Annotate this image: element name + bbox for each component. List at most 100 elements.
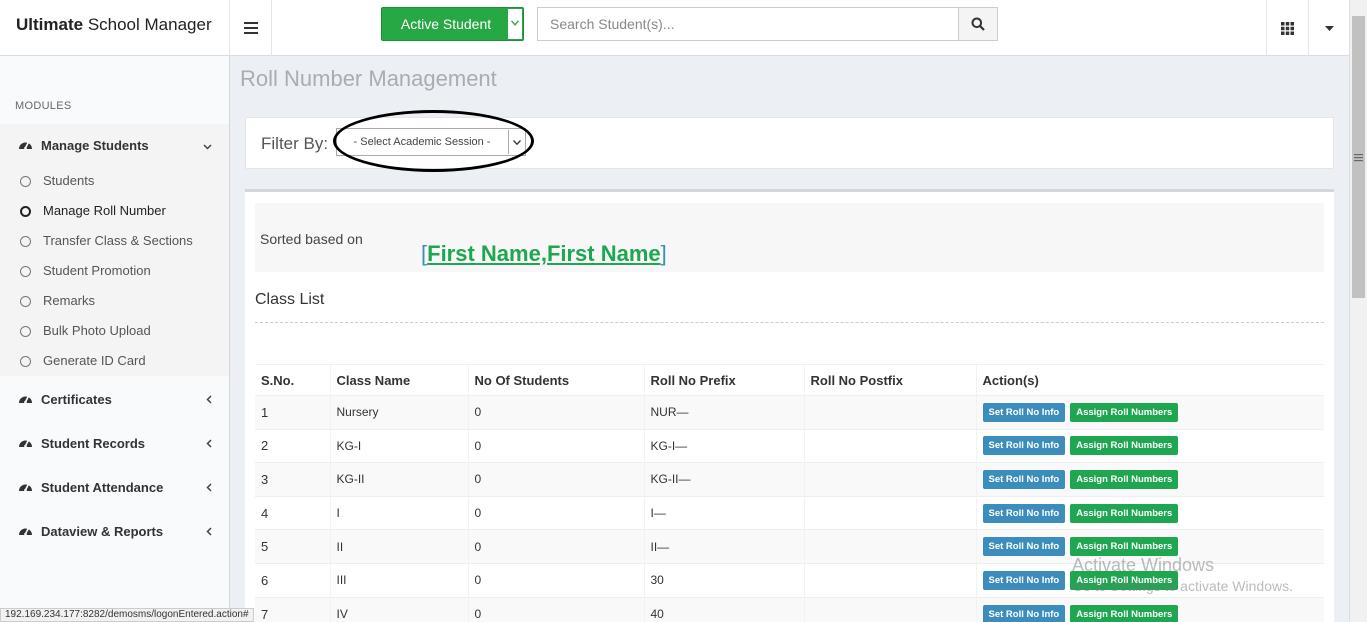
column-header: Roll No Prefix [643, 364, 804, 396]
cell-prefix: NUR— [643, 395, 804, 430]
set-roll-no-info-button[interactable]: Set Roll No Info [982, 469, 1066, 489]
dashboard-icon [18, 391, 33, 410]
filter-label: Filter By: [261, 134, 329, 153]
cell-students: 0 [467, 495, 644, 530]
user-menu-caret-icon[interactable] [1308, 0, 1349, 56]
apps-grid-icon[interactable] [1266, 0, 1308, 56]
search-button[interactable] [958, 8, 997, 40]
table-row: 3 KG-II 0 KG-II— Set Roll No Info Assign … [255, 462, 1324, 497]
active-student-label: Active Student [400, 16, 492, 32]
table-row: 6 III 0 30 Set Roll No Info Assign Roll N… [255, 562, 1324, 598]
sidebar-group-label: Student Attendance [41, 480, 164, 495]
menu-toggle-icon[interactable] [230, 0, 272, 56]
brand-rest: School Manager [87, 15, 212, 34]
set-roll-no-info-button[interactable]: Set Roll No Info [982, 537, 1066, 557]
chevron-left-icon [206, 510, 212, 554]
top-navbar: Ultimate School Manager Active Student [0, 0, 1349, 56]
cell-actions: Set Roll No Info Assign Roll Numbers [975, 562, 1324, 598]
cell-postfix [803, 428, 976, 463]
brand-bold: Ultimate [16, 15, 84, 34]
divider [255, 322, 1324, 323]
search-icon [971, 17, 985, 31]
chevron-down-icon [203, 124, 212, 168]
set-roll-no-info-button[interactable]: Set Roll No Info [982, 604, 1066, 622]
academic-session-select[interactable]: - Select Academic Session - [336, 128, 526, 156]
chevron-down-icon [508, 130, 524, 154]
class-table: S.No. Class Name No Of Students Roll No … [255, 364, 1324, 622]
circle-icon [20, 326, 31, 337]
cell-actions: Set Roll No Info Assign Roll Numbers [975, 428, 1324, 463]
cell-postfix [803, 596, 976, 622]
class-list-heading: Class List [255, 291, 325, 308]
assign-roll-numbers-button[interactable]: Assign Roll Numbers [1070, 402, 1179, 422]
manage-students-submenu: Students Manage Roll Number Transfer Cla… [0, 166, 229, 376]
circle-icon [20, 296, 31, 307]
academic-session-value: - Select Academic Session - [353, 136, 491, 148]
table-row: 4 I 0 I— Set Roll No Info Assign Roll Num… [255, 495, 1324, 530]
assign-roll-numbers-button[interactable]: Assign Roll Numbers [1070, 503, 1179, 523]
dashboard-icon [18, 435, 33, 454]
sidebar-item-bulk-photo-upload[interactable]: Bulk Photo Upload [0, 316, 229, 346]
cell-sno: 2 [255, 428, 330, 463]
cell-prefix: II— [643, 529, 804, 564]
set-roll-no-info-button[interactable]: Set Roll No Info [982, 570, 1066, 590]
sidebar-item-student-promotion[interactable]: Student Promotion [0, 256, 229, 286]
sidebar-item-students[interactable]: Students [0, 166, 229, 196]
cell-prefix: 30 [643, 562, 804, 598]
cell-postfix [803, 395, 976, 430]
sidebar-group-dataview-reports[interactable]: Dataview & Reports [0, 510, 229, 554]
cell-sno: 5 [255, 529, 330, 564]
modules-heading: MODULES [15, 100, 72, 112]
sidebar-item-transfer-class-sections[interactable]: Transfer Class & Sections [0, 226, 229, 256]
sidebar-item-label: Student Promotion [43, 263, 151, 278]
column-header: S.No. [255, 364, 330, 396]
cell-prefix: KG-II— [643, 462, 804, 497]
assign-roll-numbers-button[interactable]: Assign Roll Numbers [1070, 537, 1179, 557]
dashboard-icon [18, 479, 33, 498]
cell-sno: 6 [255, 562, 330, 598]
student-search [537, 7, 998, 41]
circle-icon [20, 266, 31, 277]
table-row: 1 Nursery 0 NUR— Set Roll No Info Assign … [255, 395, 1324, 430]
assign-roll-numbers-button[interactable]: Assign Roll Numbers [1070, 469, 1179, 489]
sidebar-group-manage-students[interactable]: Manage Students [0, 124, 229, 168]
assign-roll-numbers-button[interactable]: Assign Roll Numbers [1070, 436, 1179, 456]
sidebar-item-generate-id-card[interactable]: Generate ID Card [0, 346, 229, 376]
table-row: 5 II 0 II— Set Roll No Info Assign Roll N… [255, 529, 1324, 564]
circle-icon [20, 356, 31, 367]
cell-sno: 7 [255, 596, 330, 622]
cell-class: III [329, 562, 468, 598]
cell-class: KG-II [329, 462, 468, 497]
sidebar: MODULES Manage Students Students Manage … [0, 56, 230, 622]
assign-roll-numbers-button[interactable]: Assign Roll Numbers [1070, 570, 1179, 590]
sidebar-item-manage-roll-number[interactable]: Manage Roll Number [0, 196, 229, 226]
app-brand[interactable]: Ultimate School Manager [0, 0, 230, 56]
chevron-down-icon[interactable] [508, 9, 522, 39]
cell-sno: 1 [255, 395, 330, 430]
set-roll-no-info-button[interactable]: Set Roll No Info [982, 503, 1066, 523]
column-header: Class Name [329, 364, 468, 396]
cell-postfix [803, 462, 976, 497]
assign-roll-numbers-button[interactable]: Assign Roll Numbers [1070, 604, 1179, 622]
active-student-dropdown[interactable]: Active Student [381, 7, 524, 41]
cell-students: 0 [467, 395, 644, 430]
cell-class: I [329, 495, 468, 530]
sort-info-box: Sorted based on [First Name,First Name] [255, 203, 1324, 272]
sidebar-item-remarks[interactable]: Remarks [0, 286, 229, 316]
cell-sno: 4 [255, 495, 330, 530]
dashboard-icon [18, 523, 33, 542]
sort-field-link[interactable]: First Name,First Name [427, 241, 661, 266]
sidebar-group-student-attendance[interactable]: Student Attendance [0, 466, 229, 510]
table-header-row: S.No. Class Name No Of Students Roll No … [255, 364, 1324, 396]
set-roll-no-info-button[interactable]: Set Roll No Info [982, 436, 1066, 456]
sidebar-group-label: Student Records [41, 436, 146, 451]
chevron-left-icon [206, 378, 212, 422]
page-scrollbar[interactable] [1349, 0, 1367, 622]
sidebar-group-certificates[interactable]: Certificates [0, 378, 229, 422]
roll-number-panel: Sorted based on [First Name,First Name] … [245, 189, 1334, 622]
set-roll-no-info-button[interactable]: Set Roll No Info [982, 402, 1066, 422]
column-header: No Of Students [467, 364, 644, 396]
search-input[interactable] [538, 8, 959, 40]
cell-students: 0 [467, 529, 644, 564]
sidebar-group-student-records[interactable]: Student Records [0, 422, 229, 466]
